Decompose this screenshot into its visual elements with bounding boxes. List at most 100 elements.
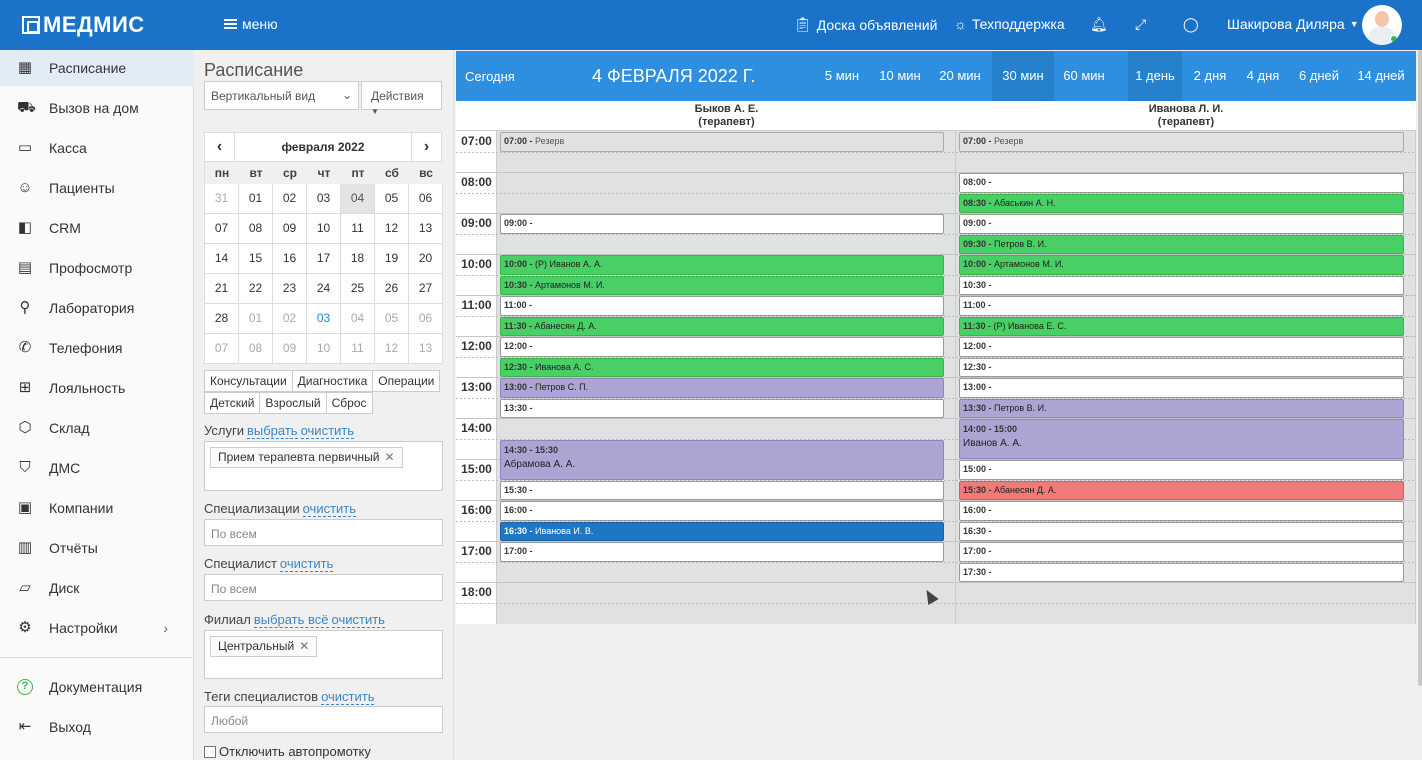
calendar-day[interactable]: 08 [239, 214, 273, 244]
appointment-slot[interactable]: 12:30 - [959, 357, 1404, 377]
calendar-day[interactable]: 14 [205, 244, 239, 274]
appointment-slot[interactable]: 16:30 - Иванова И. В. [500, 521, 944, 541]
calendar-day[interactable]: 02 [273, 304, 307, 334]
branch-clear-link[interactable]: очистить [331, 612, 385, 628]
appointment-slot[interactable]: 14:30 - 15:30 Абрамова А. А. [500, 439, 944, 480]
range-button-0[interactable]: 1 день [1128, 51, 1182, 101]
appointment-slot[interactable]: 17:00 - [959, 542, 1404, 562]
remove-tag-icon[interactable]: ✕ [384, 450, 394, 464]
zoom-button-3[interactable]: 30 мин [992, 51, 1054, 101]
autopromote-toggle[interactable]: Отключить автопромотку [204, 744, 371, 759]
appointment-slot[interactable]: 16:30 - [959, 521, 1404, 541]
fullscreen-button[interactable]: ⤢ [1135, 16, 1146, 33]
appointment-slot[interactable]: 12:00 - [959, 337, 1404, 357]
calendar-day[interactable]: 05 [375, 184, 409, 214]
appointment-slot[interactable]: 07:00 - Резерв [959, 132, 1404, 152]
category-button[interactable]: Взрослый [259, 392, 327, 414]
actions-button[interactable]: Действия ▼ [361, 81, 442, 116]
sidebar-item-10[interactable]: ⛉ ДМС [0, 450, 194, 486]
range-button-1[interactable]: 2 дня [1185, 51, 1235, 101]
appointment-slot[interactable]: 10:30 - [959, 275, 1404, 295]
appointment-slot[interactable]: 15:30 - [500, 480, 944, 500]
appointment-slot[interactable]: 09:00 - [500, 214, 944, 234]
appointment-slot[interactable]: 09:00 - [959, 214, 1404, 234]
prev-month-button[interactable]: ‹ [205, 133, 235, 161]
calendar-day[interactable]: 13 [409, 334, 443, 364]
sidebar-item-5[interactable]: ▤ Профосмотр [0, 250, 194, 286]
calendar-day[interactable]: 12 [375, 214, 409, 244]
calendar-day[interactable]: 31 [205, 184, 239, 214]
sidebar-item-12[interactable]: ▥ Отчёты [0, 530, 194, 566]
calendar-day[interactable]: 16 [273, 244, 307, 274]
calendar-day[interactable]: 15 [239, 244, 273, 274]
zoom-button-0[interactable]: 5 мин [816, 51, 868, 101]
calendar-day[interactable]: 04 [341, 184, 375, 214]
calendar-day[interactable]: 07 [205, 334, 239, 364]
user-menu[interactable]: Шакирова Диляра ▼ [1227, 16, 1359, 32]
category-button[interactable]: Диагностика [291, 370, 374, 392]
calendar-day[interactable]: 01 [239, 304, 273, 334]
spec-input[interactable]: По всем [204, 519, 443, 546]
range-button-2[interactable]: 4 дня [1238, 51, 1288, 101]
sidebar-item-9[interactable]: ⬡ Склад [0, 410, 194, 446]
view-select[interactable]: Вертикальный вид ⌄ [204, 81, 359, 110]
services-clear-link[interactable]: очистить [300, 423, 355, 439]
calendar-day[interactable]: 12 [375, 334, 409, 364]
app-logo[interactable]: МЕДМИС [22, 12, 145, 38]
calendar-day[interactable]: 03 [307, 304, 341, 334]
appointment-slot[interactable]: 13:00 - Петров С. П. [500, 378, 944, 398]
calendar-day[interactable]: 06 [409, 304, 443, 334]
appointment-slot[interactable]: 07:00 - Резерв [500, 132, 944, 152]
calendar-day[interactable]: 10 [307, 334, 341, 364]
services-field[interactable]: Прием терапевта первичный ✕ [204, 441, 443, 491]
sidebar-item-8[interactable]: ⊞ Лояльность [0, 370, 194, 406]
calendar-day[interactable]: 02 [273, 184, 307, 214]
appointment-slot[interactable]: 11:30 - Абанесян Д. А. [500, 316, 944, 336]
category-button[interactable]: Консультации [204, 370, 293, 392]
appointment-slot[interactable]: 16:00 - [959, 501, 1404, 521]
calendar-day[interactable]: 22 [239, 274, 273, 304]
sidebar-bottom-item-1[interactable]: ⇤ Выход [0, 709, 194, 745]
notifications-button[interactable]: 🔔︎ [1090, 16, 1108, 33]
appointment-slot[interactable]: 12:30 - Иванова А. С. [500, 357, 944, 377]
calendar-day[interactable]: 11 [341, 214, 375, 244]
sidebar-item-3[interactable]: ☺ Пациенты [0, 170, 194, 206]
sidebar-item-1[interactable]: ⛟ Вызов на дом [0, 90, 194, 126]
range-button-3[interactable]: 6 дней [1291, 51, 1347, 101]
calendar-day[interactable]: 28 [205, 304, 239, 334]
calendar-day[interactable]: 01 [239, 184, 273, 214]
calendar-day[interactable]: 11 [341, 334, 375, 364]
calendar-day[interactable]: 18 [341, 244, 375, 274]
calendar-day[interactable]: 26 [375, 274, 409, 304]
menu-button[interactable]: меню [224, 16, 278, 32]
tags-input[interactable]: Любой [204, 706, 443, 733]
calendar-day[interactable]: 24 [307, 274, 341, 304]
spec-clear-link[interactable]: очистить [302, 501, 357, 517]
today-button[interactable]: Сегодня [465, 69, 515, 84]
calendar-day[interactable]: 06 [409, 184, 443, 214]
branch-select-all-link[interactable]: выбрать всё [253, 612, 329, 628]
appointment-slot[interactable]: 12:00 - [500, 337, 944, 357]
board-link[interactable]: 📋︎ Доска объявлений [794, 16, 937, 33]
range-button-4[interactable]: 14 дней [1349, 51, 1413, 101]
category-button[interactable]: Сброс [325, 392, 373, 414]
branch-field[interactable]: Центральный ✕ [204, 630, 443, 679]
appointment-slot[interactable]: 15:30 - Абанесян Д. А. [959, 480, 1404, 500]
appointment-slot[interactable]: 17:30 - [959, 562, 1404, 582]
sidebar-item-0[interactable]: ▦ Расписание [0, 50, 194, 86]
sidebar-item-14[interactable]: ⚙ Настройки › [0, 610, 194, 646]
calendar-day[interactable]: 19 [375, 244, 409, 274]
appointment-slot[interactable]: 10:00 - (Р) Иванов А. А. [500, 255, 944, 275]
calendar-day[interactable]: 04 [341, 304, 375, 334]
sidebar-item-2[interactable]: ▭ Касса [0, 130, 194, 166]
calendar-day[interactable]: 09 [273, 334, 307, 364]
zoom-button-1[interactable]: 10 мин [872, 51, 928, 101]
sidebar-item-11[interactable]: ▣ Компании [0, 490, 194, 526]
appointment-slot[interactable]: 14:00 - 15:00 Иванов А. А. [959, 419, 1404, 459]
appointment-slot[interactable]: 11:00 - [959, 296, 1404, 316]
calendar-day[interactable]: 13 [409, 214, 443, 244]
sidebar-item-7[interactable]: ✆ Телефония [0, 330, 194, 366]
sidebar-bottom-item-0[interactable]: ? Документация [0, 669, 194, 705]
specialist-input[interactable]: По всем [204, 574, 443, 601]
appointment-slot[interactable]: 17:00 - [500, 542, 944, 562]
